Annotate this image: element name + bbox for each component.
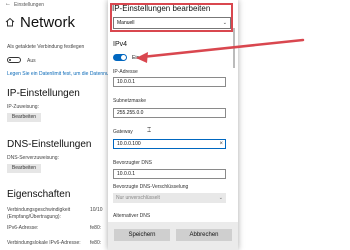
edit-ip-dialog: IP-Einstellungen bearbeiten Manuell ⌄ IP… — [108, 0, 238, 250]
ip-edit-button[interactable]: Bearbeiten — [7, 113, 41, 122]
page-title: Network — [20, 14, 76, 31]
property-link-speed-sub: (Empfang/Übertragung): — [7, 214, 61, 220]
subnet-mask-field[interactable]: 255.255.0.0 — [113, 108, 226, 118]
properties-heading: Eigenschaften — [7, 189, 71, 200]
ip-address-field[interactable]: 10.0.0.1 — [113, 77, 226, 87]
dns-edit-button[interactable]: Bearbeiten — [7, 164, 41, 173]
clear-icon[interactable]: × — [219, 140, 223, 148]
dns-assignment-label: DNS-Serverzuweisung: — [7, 155, 59, 161]
background-right-area — [238, 0, 350, 250]
property-link-speed-value: 10/10 — [90, 207, 103, 213]
preferred-dns-field[interactable]: 10.0.0.1 — [113, 169, 226, 179]
dns-encryption-label: Bevorzugte DNS-Verschlüsselung — [113, 184, 189, 190]
gateway-value: 10.0.0.100 — [117, 141, 141, 147]
dialog-footer: Speichern Abbrechen — [108, 222, 238, 250]
alternate-dns-label: Alternativer DNS — [113, 213, 151, 219]
gateway-label: Gateway — [113, 129, 133, 135]
property-link-speed: Verbindungsgeschwindigkeit — [7, 207, 71, 213]
dns-settings-heading: DNS-Einstellungen — [7, 139, 92, 150]
property-link-local-ipv6: Verbindungslokale IPv6-Adresse: — [7, 240, 81, 246]
ip-address-label: IP-Adresse — [113, 69, 138, 75]
ip-assignment-label: IP-Zuweisung: — [7, 104, 39, 110]
property-ipv6-value: fe80: — [90, 225, 102, 231]
preferred-dns-label: Bevorzugter DNS — [113, 160, 152, 166]
ip-settings-heading: IP-Einstellungen — [7, 88, 80, 99]
metered-label: Als getaktete Verbindung festlegen — [7, 44, 85, 50]
ipv4-toggle[interactable] — [113, 54, 127, 61]
cancel-button[interactable]: Abbrechen — [176, 229, 232, 241]
highlight-box — [110, 3, 233, 32]
property-ipv6: IPv6-Adresse: — [7, 225, 39, 231]
subnet-mask-label: Subnetzmaske — [113, 98, 147, 104]
scrollbar[interactable] — [233, 28, 235, 68]
gateway-field[interactable]: 10.0.0.100 × — [113, 139, 226, 149]
mouse-cursor-icon: ⌶ — [147, 127, 152, 134]
home-icon[interactable] — [5, 17, 15, 27]
dns-encryption-select[interactable]: Nur unverschlüsselt ⌄ — [113, 193, 226, 203]
window-title: Einstellungen — [14, 2, 45, 8]
ipv4-toggle-state: Ein — [132, 55, 140, 61]
save-button[interactable]: Speichern — [114, 229, 170, 241]
back-arrow-icon[interactable]: ← — [5, 1, 11, 7]
chevron-down-icon: ⌄ — [218, 195, 223, 201]
dns-encryption-value: Nur unverschlüsselt — [116, 195, 160, 201]
data-limit-link[interactable]: Legen Sie ein Datenlimit fest, um die Da… — [7, 71, 120, 77]
ipv4-heading: IPv4 — [113, 41, 128, 48]
metered-toggle-state: Aus — [27, 58, 36, 64]
property-link-local-value: fe80: — [90, 240, 102, 246]
metered-toggle[interactable] — [7, 57, 21, 63]
